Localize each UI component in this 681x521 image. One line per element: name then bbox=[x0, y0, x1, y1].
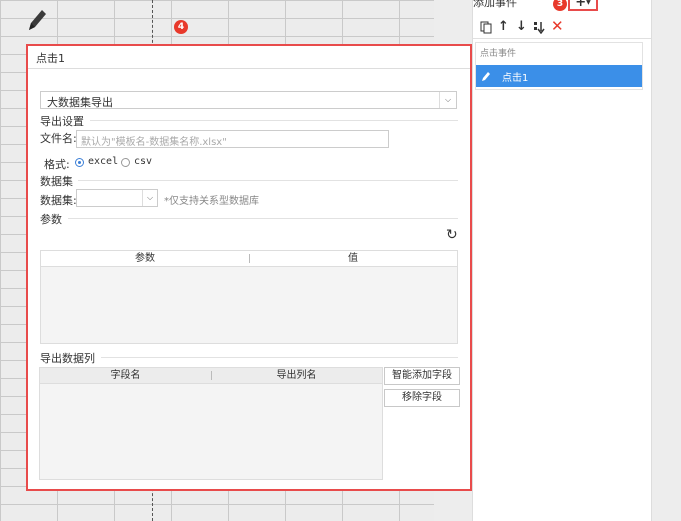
export-columns-divider bbox=[101, 357, 458, 358]
params-header-param: 参数 bbox=[135, 253, 155, 264]
format-csv-label[interactable]: csv bbox=[134, 156, 152, 167]
edit-icon bbox=[482, 72, 490, 81]
chevron-down-icon: ⌵ bbox=[439, 92, 456, 108]
dataset-note: *仅支持关系型数据库 bbox=[164, 196, 259, 207]
export-settings-title: 导出设置 bbox=[40, 115, 84, 128]
event-config-dialog: 点击1 大数据集导出 ⌵ 导出设置 文件名: 默认为"模板名-数据集名称.xls… bbox=[26, 44, 472, 491]
chevron-down-icon: ▼ bbox=[586, 0, 591, 6]
dataset-select[interactable]: ⌵ bbox=[76, 189, 158, 207]
action-type-value: 大数据集导出 bbox=[47, 96, 113, 109]
remove-field-button[interactable]: 移除字段 bbox=[384, 389, 460, 407]
copy-icon[interactable] bbox=[480, 21, 492, 34]
filename-placeholder: 默认为"模板名-数据集名称.xlsx" bbox=[81, 137, 227, 148]
params-table: 参数 值 bbox=[40, 250, 458, 344]
event-list-header: 点击事件 bbox=[480, 49, 517, 59]
format-csv-radio[interactable] bbox=[121, 158, 130, 167]
export-columns-title: 导出数据列 bbox=[40, 352, 95, 365]
columns-table: 字段名 导出列名 bbox=[39, 367, 383, 480]
action-type-select[interactable]: 大数据集导出 ⌵ bbox=[40, 91, 457, 109]
add-event-label: 添加事件 bbox=[473, 0, 517, 9]
params-title: 参数 bbox=[40, 213, 62, 226]
columns-table-header: 字段名 导出列名 bbox=[40, 368, 382, 384]
move-up-icon[interactable]: ↑ bbox=[498, 19, 509, 34]
add-button-label: + bbox=[575, 0, 587, 10]
step-badge-3: 3 bbox=[553, 0, 567, 11]
title-divider bbox=[28, 68, 470, 69]
smart-add-field-button[interactable]: 智能添加字段 bbox=[384, 367, 460, 385]
sort-down-icon[interactable] bbox=[533, 21, 545, 34]
event-list: 点击事件 点击1 bbox=[475, 42, 643, 90]
columns-header-export-name: 导出列名 bbox=[276, 370, 317, 381]
add-event-button[interactable]: +▼ bbox=[568, 0, 598, 11]
format-label: 格式: bbox=[44, 158, 70, 171]
filename-label: 文件名: bbox=[40, 132, 77, 145]
params-divider bbox=[68, 218, 458, 219]
step-badge-4: 4 bbox=[174, 20, 188, 34]
dataset-label: 数据集: bbox=[40, 194, 77, 207]
chevron-down-icon: ⌵ bbox=[142, 190, 157, 206]
edit-pencil-icon[interactable] bbox=[26, 6, 48, 34]
format-excel-radio[interactable] bbox=[75, 158, 84, 167]
dataset-divider bbox=[78, 180, 458, 181]
columns-header-field: 字段名 bbox=[110, 370, 141, 381]
params-table-header: 参数 值 bbox=[41, 251, 457, 267]
event-toolbar: ↑ ↓ ✕ bbox=[473, 17, 651, 39]
dialog-title: 点击1 bbox=[36, 52, 65, 65]
format-excel-label[interactable]: excel bbox=[88, 156, 118, 167]
export-settings-divider bbox=[90, 120, 458, 121]
move-down-icon[interactable]: ↓ bbox=[516, 19, 527, 34]
filename-input[interactable]: 默认为"模板名-数据集名称.xlsx" bbox=[76, 130, 389, 148]
refresh-icon[interactable]: ↻ bbox=[446, 227, 458, 243]
params-header-value: 值 bbox=[348, 253, 358, 264]
event-item-label: 点击1 bbox=[502, 73, 529, 84]
dataset-section-title: 数据集 bbox=[40, 175, 73, 188]
event-item-click1[interactable]: 点击1 bbox=[476, 65, 642, 87]
delete-icon[interactable]: ✕ bbox=[551, 17, 564, 35]
event-panel: 添加事件 3 +▼ ↑ ↓ ✕ 点击事件 点击1 bbox=[472, 0, 652, 521]
